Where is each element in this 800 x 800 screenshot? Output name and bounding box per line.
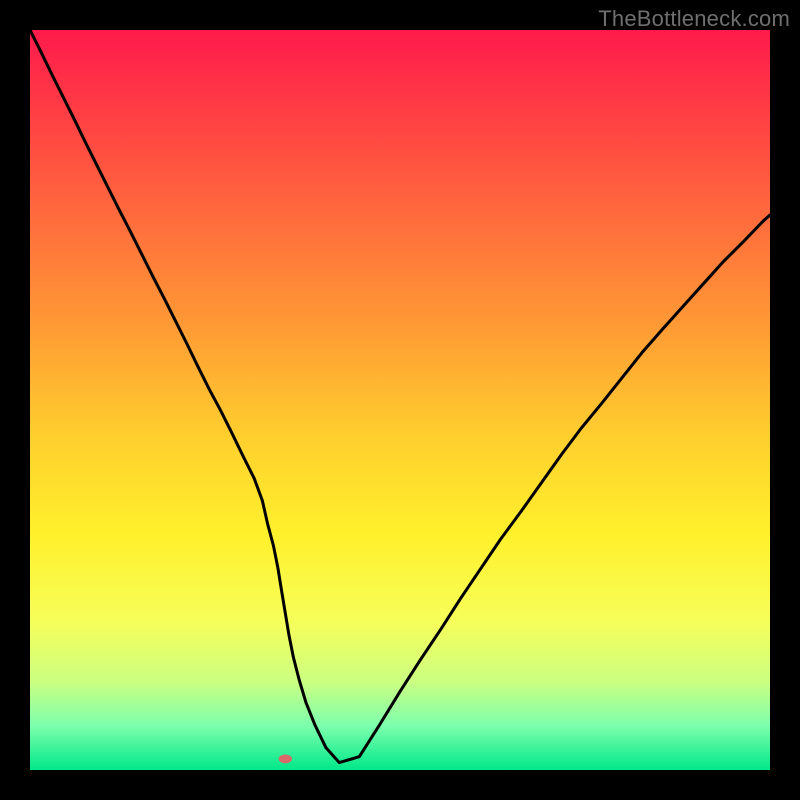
- optimal-marker: [279, 754, 292, 763]
- chart-background: [30, 30, 770, 770]
- watermark-text: TheBottleneck.com: [598, 6, 790, 32]
- chart-plot: [30, 30, 770, 770]
- chart-frame: TheBottleneck.com: [0, 0, 800, 800]
